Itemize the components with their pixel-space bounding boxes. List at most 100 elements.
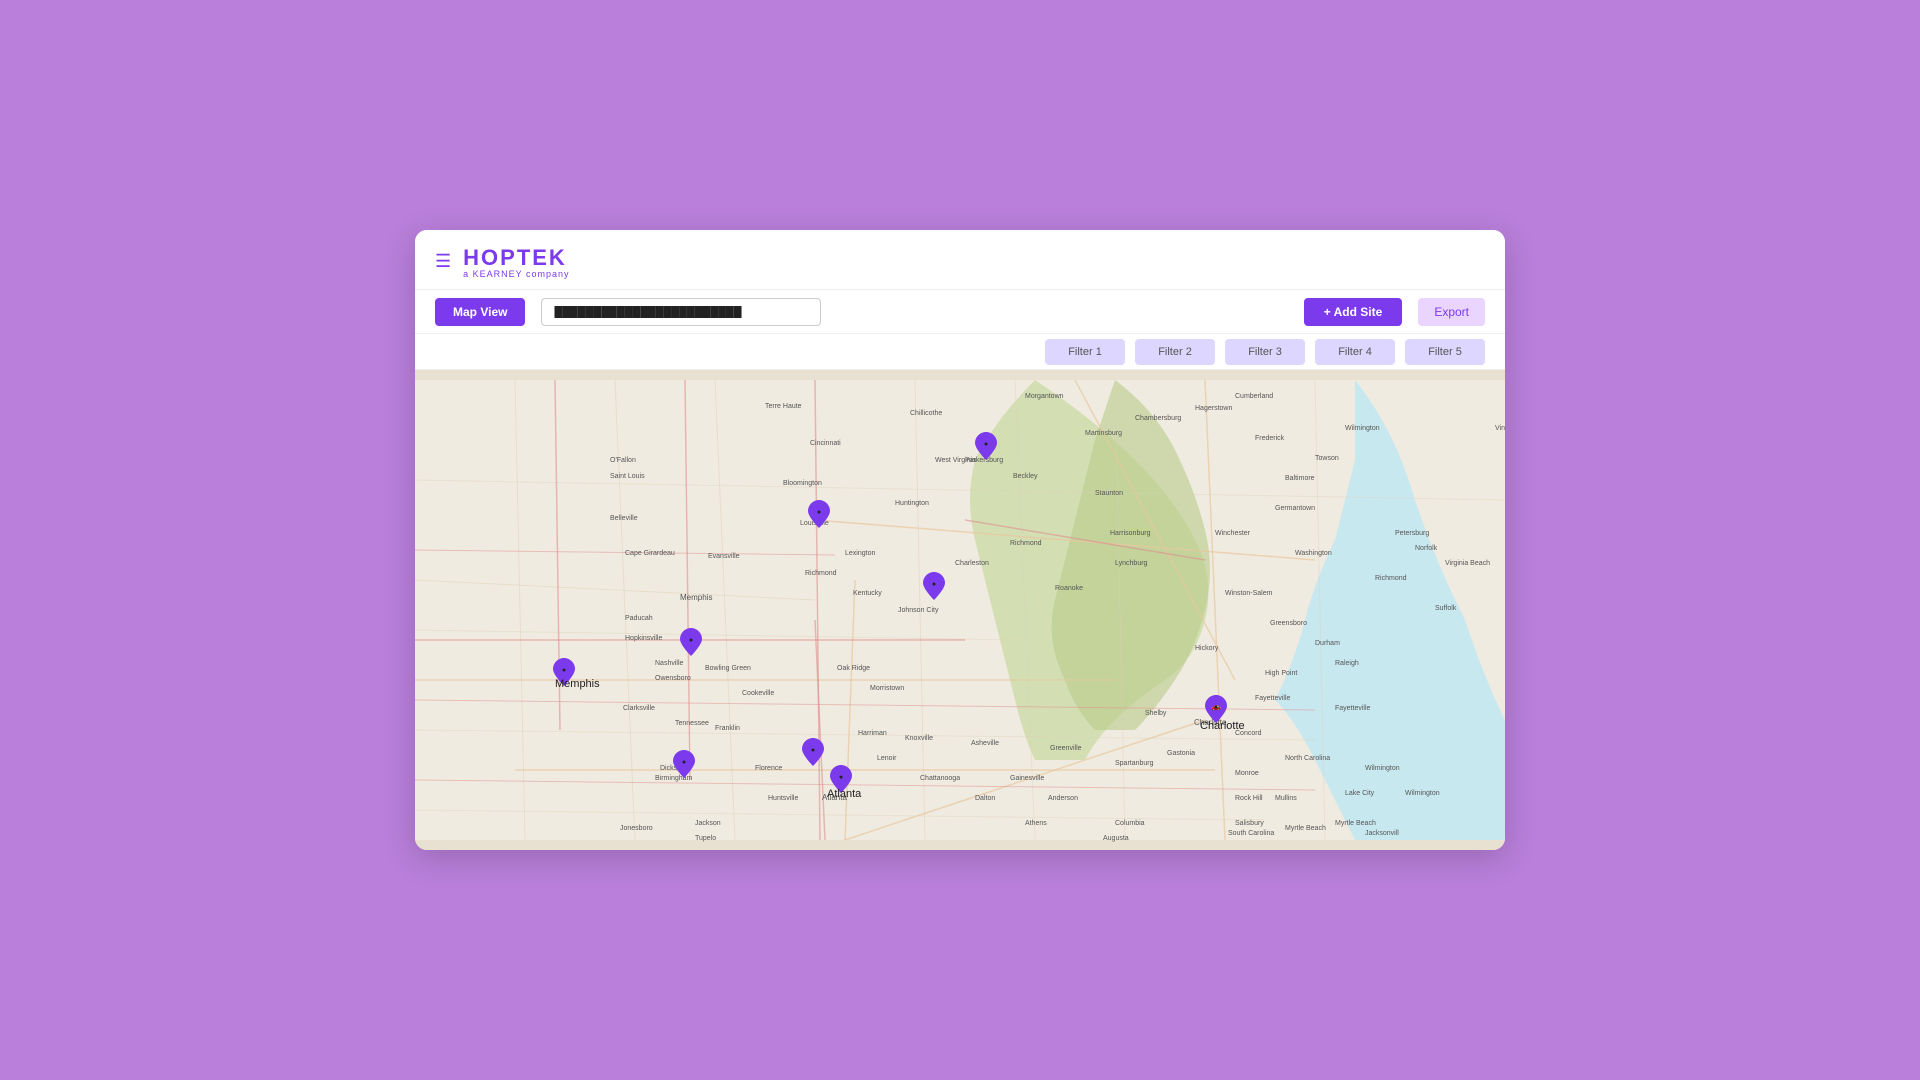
svg-text:Myrtle Beach: Myrtle Beach bbox=[1285, 825, 1326, 832]
svg-text:Lexington: Lexington bbox=[845, 550, 875, 557]
svg-text:Jonesboro: Jonesboro bbox=[620, 825, 653, 832]
svg-text:Winston-Salem: Winston-Salem bbox=[1225, 590, 1273, 597]
filter-btn-2[interactable]: Filter 2 bbox=[1135, 339, 1215, 365]
svg-text:Lake City: Lake City bbox=[1345, 790, 1375, 797]
svg-text:North Carolina: North Carolina bbox=[1285, 755, 1330, 762]
logo-block: НОРTEK a KEARNEY company bbox=[463, 245, 569, 279]
svg-text:Chillicothe: Chillicothe bbox=[910, 410, 942, 417]
svg-text:Harrisonburg: Harrisonburg bbox=[1110, 530, 1151, 537]
svg-text:Cape Girardeau: Cape Girardeau bbox=[625, 550, 675, 557]
svg-text:Mullins: Mullins bbox=[1275, 795, 1297, 802]
svg-text:Clarksville: Clarksville bbox=[623, 705, 655, 712]
svg-text:Spartanburg: Spartanburg bbox=[1115, 760, 1154, 767]
svg-text:Staunton: Staunton bbox=[1095, 490, 1123, 497]
svg-text:Durham: Durham bbox=[1315, 640, 1340, 647]
svg-text:Kentucky: Kentucky bbox=[853, 590, 882, 597]
svg-text:Terre Haute: Terre Haute bbox=[765, 403, 802, 410]
svg-text:Belleville: Belleville bbox=[610, 515, 638, 522]
svg-text:Evansville: Evansville bbox=[708, 553, 740, 560]
svg-text:Owensboro: Owensboro bbox=[655, 675, 691, 682]
svg-text:Nashville: Nashville bbox=[655, 660, 684, 667]
filter-btn-3[interactable]: Filter 3 bbox=[1225, 339, 1305, 365]
svg-text:Richmond: Richmond bbox=[1375, 575, 1407, 582]
svg-text:Harriman: Harriman bbox=[858, 730, 887, 737]
svg-text:Shelby: Shelby bbox=[1145, 710, 1167, 717]
svg-text:Florence: Florence bbox=[755, 765, 782, 772]
svg-text:High Point: High Point bbox=[1265, 670, 1297, 677]
svg-text:●: ● bbox=[562, 667, 566, 674]
svg-text:Fayetteville: Fayetteville bbox=[1255, 695, 1291, 702]
svg-text:Tennessee: Tennessee bbox=[675, 720, 709, 727]
svg-text:Athens: Athens bbox=[1025, 820, 1047, 827]
svg-text:Oak Ridge: Oak Ridge bbox=[837, 665, 870, 672]
svg-text:Charlotte: Charlotte bbox=[1194, 718, 1227, 727]
svg-text:Myrtle Beach: Myrtle Beach bbox=[1335, 820, 1376, 827]
svg-text:Wilmington: Wilmington bbox=[1405, 790, 1440, 797]
svg-text:Fayetteville: Fayetteville bbox=[1335, 705, 1371, 712]
svg-text:Petersburg: Petersburg bbox=[1395, 530, 1429, 537]
svg-text:O'Fallon: O'Fallon bbox=[610, 457, 636, 464]
svg-text:Bloomington: Bloomington bbox=[783, 480, 822, 487]
svg-text:●: ● bbox=[839, 774, 843, 781]
svg-text:Hopkinsville: Hopkinsville bbox=[625, 635, 662, 642]
filter-btn-1[interactable]: Filter 1 bbox=[1045, 339, 1125, 365]
svg-text:Richmond: Richmond bbox=[805, 570, 837, 577]
svg-text:Lenoir: Lenoir bbox=[877, 755, 897, 762]
svg-text:Birmingham: Birmingham bbox=[655, 775, 693, 782]
svg-text:Morgantown: Morgantown bbox=[1025, 393, 1064, 400]
svg-text:Wilmington: Wilmington bbox=[1365, 765, 1400, 772]
svg-text:Suffolk: Suffolk bbox=[1435, 605, 1457, 612]
filter-bar: Filter 1 Filter 2 Filter 3 Filter 4 Filt… bbox=[415, 334, 1505, 370]
header: ☰ НОРTEK a KEARNEY company bbox=[415, 230, 1505, 290]
svg-text:●: ● bbox=[984, 441, 988, 448]
svg-text:Greensboro: Greensboro bbox=[1270, 620, 1307, 627]
svg-text:Washington: Washington bbox=[1295, 550, 1332, 557]
svg-text:Tupelo: Tupelo bbox=[695, 835, 716, 842]
svg-text:Virginia Beach: Virginia Beach bbox=[1445, 560, 1490, 567]
svg-text:Franklin: Franklin bbox=[715, 725, 740, 732]
svg-text:Baltimore: Baltimore bbox=[1285, 475, 1315, 482]
svg-text:Martinsburg: Martinsburg bbox=[1085, 430, 1122, 437]
svg-text:Paducah: Paducah bbox=[625, 615, 653, 622]
svg-text:Columbia: Columbia bbox=[1115, 820, 1145, 827]
svg-text:Towson: Towson bbox=[1315, 455, 1339, 462]
add-site-button[interactable]: + Add Site bbox=[1304, 298, 1403, 326]
svg-text:Concord: Concord bbox=[1235, 730, 1262, 737]
svg-text:West Virginia: West Virginia bbox=[935, 457, 976, 464]
app-window: ☰ НОРTEK a KEARNEY company Map View + Ad… bbox=[415, 230, 1505, 850]
filter-btn-4[interactable]: Filter 4 bbox=[1315, 339, 1395, 365]
export-button[interactable]: Export bbox=[1418, 298, 1485, 326]
svg-text:Gastonia: Gastonia bbox=[1167, 750, 1195, 757]
svg-text:●: ● bbox=[1214, 704, 1218, 711]
svg-text:Augusta: Augusta bbox=[1103, 835, 1129, 842]
menu-icon[interactable]: ☰ bbox=[435, 251, 451, 272]
tab-map-view[interactable]: Map View bbox=[435, 298, 525, 326]
filter-btn-5[interactable]: Filter 5 bbox=[1405, 339, 1485, 365]
svg-text:●: ● bbox=[689, 637, 693, 644]
svg-text:Salisbury: Salisbury bbox=[1235, 820, 1264, 827]
svg-text:Atlanta: Atlanta bbox=[822, 793, 847, 802]
svg-text:Wilmington: Wilmington bbox=[1345, 425, 1380, 432]
svg-text:Jacksonvill: Jacksonvill bbox=[1365, 830, 1399, 837]
svg-text:●: ● bbox=[682, 759, 686, 766]
svg-text:Lynchburg: Lynchburg bbox=[1115, 560, 1148, 567]
svg-text:Hagerstown: Hagerstown bbox=[1195, 405, 1232, 412]
map-svg: Memphis Nashville Birmingham Atlanta Par… bbox=[415, 370, 1505, 850]
svg-text:Morristown: Morristown bbox=[870, 685, 904, 692]
svg-text:Bowling Green: Bowling Green bbox=[705, 665, 751, 672]
svg-text:Chattanooga: Chattanooga bbox=[920, 775, 960, 782]
svg-text:Saint Louis: Saint Louis bbox=[610, 473, 645, 480]
svg-text:Raleigh: Raleigh bbox=[1335, 660, 1359, 667]
search-input[interactable] bbox=[541, 298, 821, 326]
svg-text:Anderson: Anderson bbox=[1048, 795, 1078, 802]
map-background: Memphis Nashville Birmingham Atlanta Par… bbox=[415, 370, 1505, 850]
svg-text:Gainesville: Gainesville bbox=[1010, 775, 1044, 782]
svg-text:Roanoke: Roanoke bbox=[1055, 585, 1083, 592]
logo-sub: a KEARNEY company bbox=[463, 269, 569, 279]
svg-text:Chambersburg: Chambersburg bbox=[1135, 415, 1181, 422]
svg-text:Cookeville: Cookeville bbox=[742, 690, 774, 697]
svg-text:Norfolk: Norfolk bbox=[1415, 545, 1438, 552]
map-container: Memphis Nashville Birmingham Atlanta Par… bbox=[415, 370, 1505, 850]
svg-text:Rock Hill: Rock Hill bbox=[1235, 795, 1263, 802]
svg-text:Germantown: Germantown bbox=[1275, 505, 1315, 512]
